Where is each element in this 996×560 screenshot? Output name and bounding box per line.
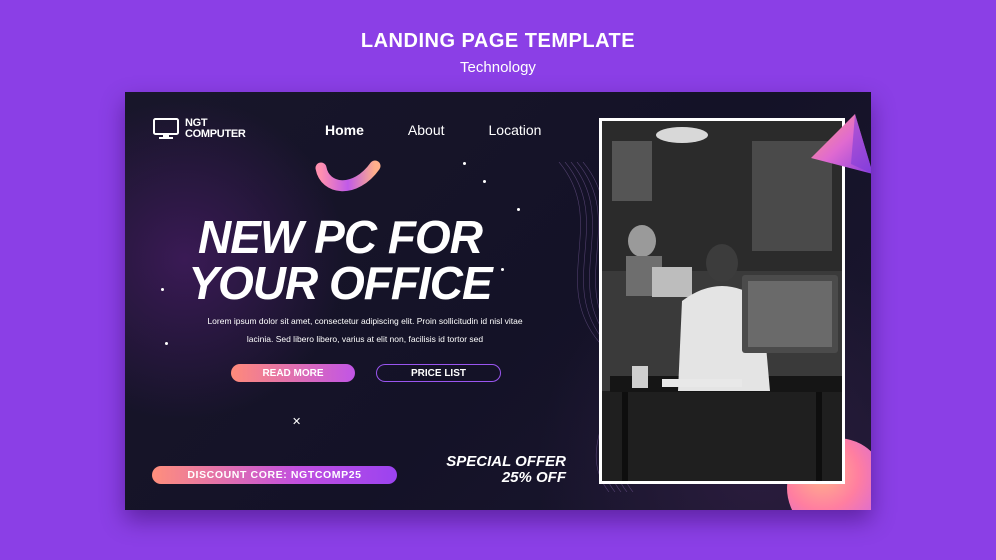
hero-description: Lorem ipsum dolor sit amet, consectetur … (195, 312, 535, 348)
office-worker-photo (602, 121, 842, 481)
hero-headline: NEW PC FOR YOUR OFFICE (175, 214, 505, 306)
close-x-decoration: ✕ (292, 416, 302, 428)
template-subtitle: Technology (460, 59, 536, 76)
read-more-button[interactable]: READ MORE (231, 364, 355, 382)
hero-description-line2: lacinia. Sed libero libero, varius at el… (246, 334, 484, 344)
star-dot (501, 268, 504, 271)
star-dot (161, 288, 164, 291)
price-list-button[interactable]: PRICE LIST (376, 364, 501, 382)
special-offer-line2: 25% OFF (501, 469, 566, 486)
brand-logo[interactable]: NGT COMPUTER (153, 118, 246, 140)
nav-about[interactable]: About (408, 122, 445, 138)
page-heading: LANDING PAGE TEMPLATE Technology (0, 30, 996, 76)
main-nav: Home About Location (325, 122, 585, 138)
special-offer: SPECIAL OFFER 25% OFF (425, 454, 566, 486)
template-title: LANDING PAGE TEMPLATE (360, 30, 636, 52)
swoosh-decoration (315, 160, 381, 192)
triangle-decoration (811, 114, 871, 174)
hero-headline-line2: YOUR OFFICE (188, 257, 492, 309)
hero-description-line1: Lorem ipsum dolor sit amet, consectetur … (207, 316, 523, 326)
star-dot (483, 180, 486, 183)
nav-location[interactable]: Location (489, 122, 542, 138)
discount-code-badge: DISCOUNT CORE: NGTCOMP25 (152, 466, 397, 484)
landing-card: NGT COMPUTER Home About Location NEW PC … (125, 92, 871, 510)
brand-name: NGT COMPUTER (185, 118, 246, 140)
special-offer-line1: SPECIAL OFFER (446, 453, 566, 470)
star-dot (165, 342, 168, 345)
monitor-icon (153, 118, 179, 139)
office-photo-frame (599, 118, 845, 484)
star-dot (517, 208, 520, 211)
brand-name-line2: COMPUTER (185, 128, 246, 140)
star-dot (463, 162, 466, 165)
nav-home[interactable]: Home (325, 122, 364, 138)
hero-headline-line1: NEW PC FOR (198, 211, 483, 263)
